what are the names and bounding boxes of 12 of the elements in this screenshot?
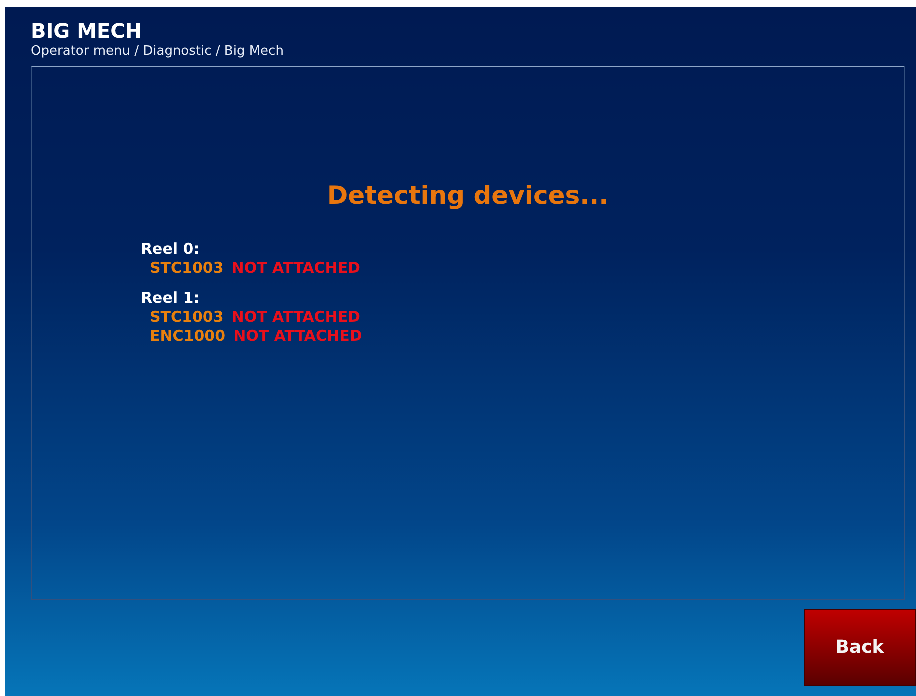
device-name: STC1003 xyxy=(150,308,224,327)
device-status: NOT ATTACHED xyxy=(232,308,361,327)
status-message: Detecting devices... xyxy=(327,181,609,210)
device-name: STC1003 xyxy=(150,259,224,278)
device-status: NOT ATTACHED xyxy=(232,259,361,278)
screen-title: BIG MECH xyxy=(31,19,144,43)
back-button[interactable]: Back xyxy=(804,609,916,686)
reel-label: Reel 1: xyxy=(141,289,200,308)
breadcrumb: Operator menu / Diagnostic / Big Mech xyxy=(31,43,285,60)
device-status: NOT ATTACHED xyxy=(234,327,362,346)
device-name: ENC1000 xyxy=(150,327,226,346)
reel-label: Reel 0: xyxy=(141,240,200,259)
